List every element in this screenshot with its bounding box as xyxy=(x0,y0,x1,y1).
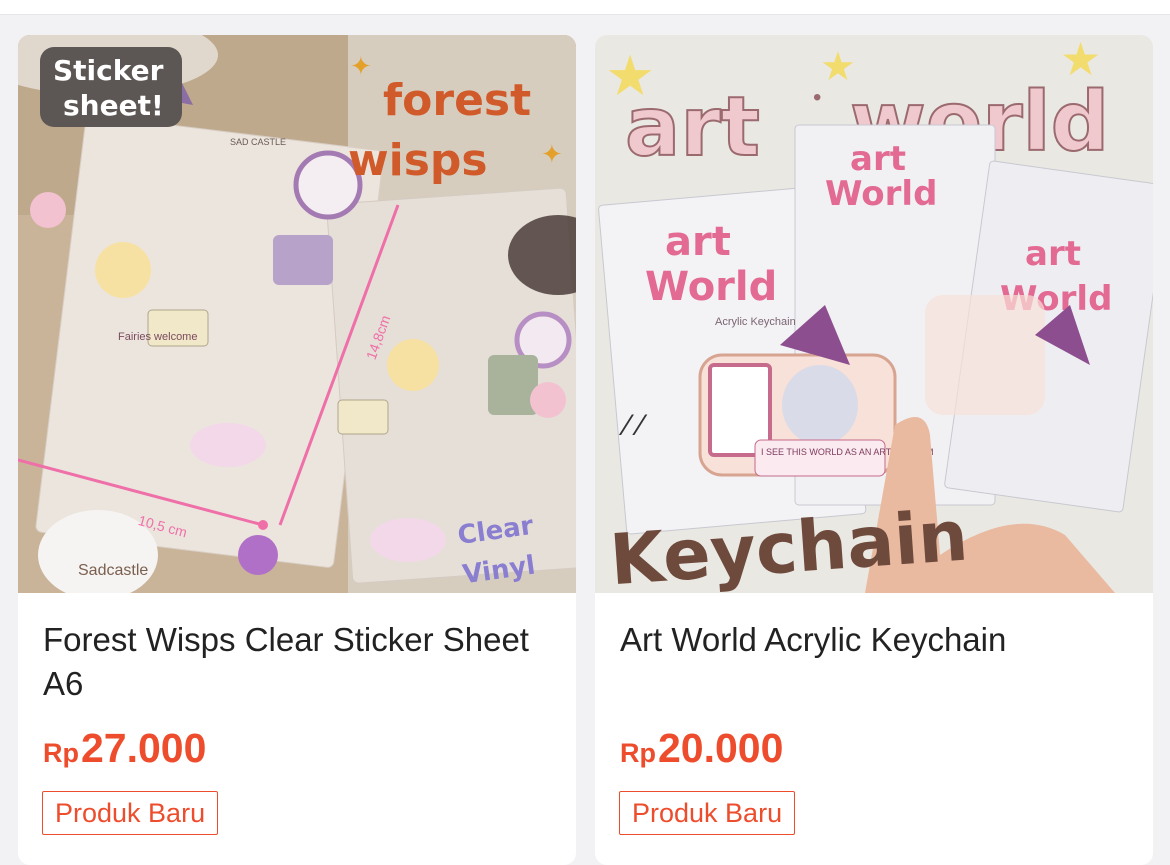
product-card-forest-wisps[interactable]: Sticker sheet! SAD CASTLE forest wisps ✦… xyxy=(18,35,576,865)
product-price: Rp 27.000 xyxy=(43,725,206,772)
product-price: Rp 20.000 xyxy=(620,725,783,772)
card-art-text-3: art xyxy=(1025,234,1081,274)
price-currency: Rp xyxy=(620,738,656,768)
product-image-sticker-sheet[interactable]: Sticker sheet! SAD CASTLE forest wisps ✦… xyxy=(18,35,576,593)
new-product-badge: Produk Baru xyxy=(42,791,219,835)
dot-separator: • xyxy=(813,84,821,111)
price-amount: 27.000 xyxy=(81,725,207,771)
brand-top-label: SAD CASTLE xyxy=(230,137,286,147)
card-world-text-2: World xyxy=(825,174,937,214)
sticker-sheet-label: Sticker xyxy=(53,54,164,87)
product-image-keychain[interactable]: ★ ★ ★ ✦ art • world art World Acrylic Ke… xyxy=(595,35,1153,593)
art-title: art xyxy=(625,80,760,175)
forest-title: forest xyxy=(383,75,531,126)
new-product-badge: Produk Baru xyxy=(619,791,796,835)
card-subtitle: Acrylic Keychain xyxy=(715,316,796,328)
price-amount: 20.000 xyxy=(658,725,784,771)
card-world-text: World xyxy=(645,264,777,310)
wisps-title: wisps xyxy=(348,135,488,186)
card-art-text: art xyxy=(665,219,731,265)
star-icon: ✦ xyxy=(350,51,372,81)
watermark: Sadcastle xyxy=(78,562,148,579)
product-name[interactable]: Art World Acrylic Keychain xyxy=(620,618,1125,662)
price-currency: Rp xyxy=(43,738,79,768)
top-bar xyxy=(0,0,1170,15)
star-icon: ✦ xyxy=(541,139,563,169)
card-art-text-2: art xyxy=(850,139,906,179)
product-card-art-world[interactable]: ★ ★ ★ ✦ art • world art World Acrylic Ke… xyxy=(595,35,1153,865)
fairies-sign: Fairies welcome xyxy=(118,331,197,343)
product-name[interactable]: Forest Wisps Clear Sticker Sheet A6 xyxy=(43,618,548,706)
sticker-sheet-label-2: sheet! xyxy=(63,89,164,122)
